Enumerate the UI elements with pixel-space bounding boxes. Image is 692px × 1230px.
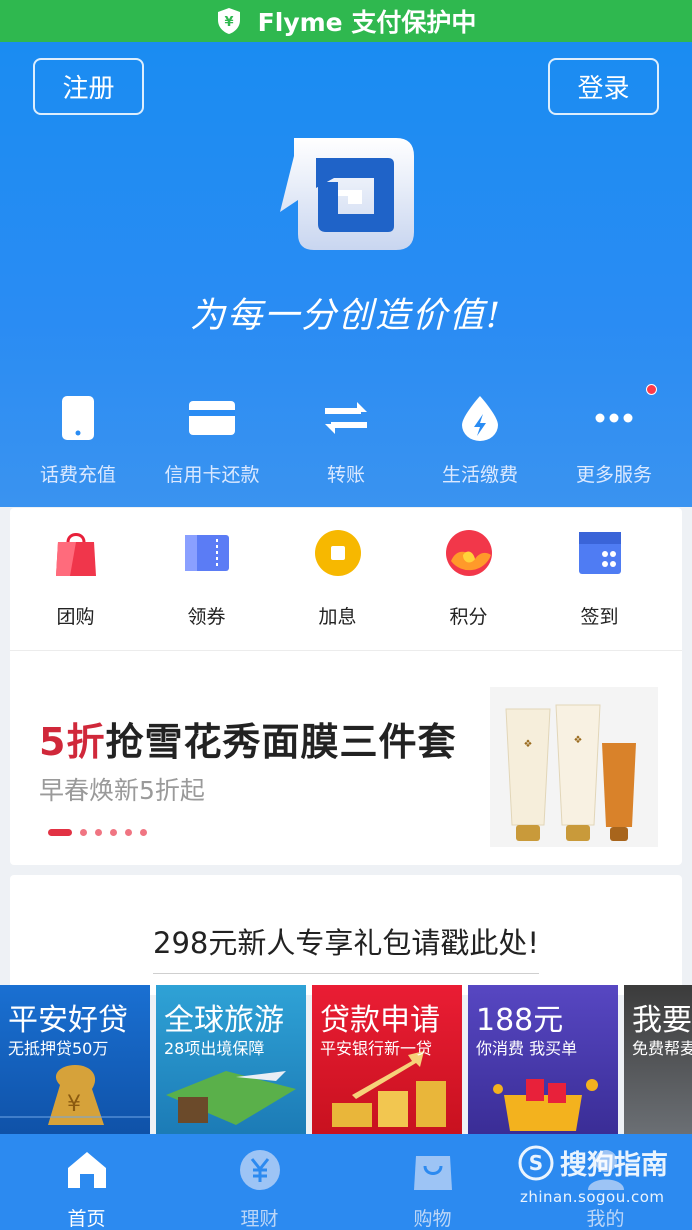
tile-loan[interactable]: ¥ 平安好贷 无抵押贷50万 bbox=[0, 985, 150, 1134]
promo-card[interactable]: 298元新人专享礼包请戳此处! bbox=[10, 875, 682, 995]
banner-title-text: 抢雪花秀面膜三件套 bbox=[105, 720, 457, 764]
product-image: ❖ ❖ bbox=[490, 687, 658, 847]
banner-title: 5折抢雪花秀面膜三件套 bbox=[39, 711, 456, 766]
coupon-icon bbox=[184, 535, 229, 571]
watermark: S 搜狗指南 zhinan.sogou.com bbox=[518, 1143, 668, 1206]
calendar-icon bbox=[578, 532, 621, 574]
tile-title: 平安好贷 bbox=[8, 1003, 128, 1038]
service-row: 话费充值 信用卡还款 转账 生活缴费 更多服务 bbox=[0, 384, 692, 487]
utility-drop-icon bbox=[462, 396, 498, 441]
grid-item-points[interactable]: 积分 bbox=[403, 508, 534, 650]
notification-dot bbox=[646, 384, 657, 395]
divider bbox=[153, 973, 539, 974]
nav-home[interactable]: 首页 bbox=[0, 1134, 173, 1230]
tile-subtitle: 你消费 我买单 bbox=[476, 1039, 578, 1058]
banner-subtitle: 早春焕新5折起 bbox=[39, 776, 205, 805]
grid-item-coupon[interactable]: 领券 bbox=[141, 508, 272, 650]
service-credit-card[interactable]: 信用卡还款 bbox=[145, 390, 279, 487]
grid-item-interest[interactable]: 加息 bbox=[272, 508, 403, 650]
shopping-bag-icon bbox=[55, 533, 96, 576]
tile-loan-apply[interactable]: 贷款申请 平安银行新一贷 bbox=[312, 985, 462, 1134]
sogou-logo-icon: S bbox=[518, 1145, 554, 1180]
svg-text:S: S bbox=[529, 1151, 543, 1175]
tile-title: 我要 bbox=[632, 1003, 692, 1038]
watermark-url: zhinan.sogou.com bbox=[520, 1188, 665, 1206]
hero-header: 注册 登录 为每一分创造价值! 话费充值 信用卡还款 转账 生活缴费 更多服务 bbox=[0, 42, 692, 507]
status-text: Flyme 支付保护中 bbox=[257, 8, 477, 37]
carousel-dot[interactable] bbox=[140, 829, 147, 836]
coin-icon bbox=[314, 530, 361, 576]
svg-text:❖: ❖ bbox=[574, 735, 583, 746]
carousel-dot-active[interactable] bbox=[48, 829, 72, 836]
watermark-brand: 搜狗指南 bbox=[560, 1150, 668, 1181]
more-icon bbox=[595, 413, 633, 423]
grid-label: 加息 bbox=[318, 606, 357, 628]
carousel-dot[interactable] bbox=[110, 829, 117, 836]
tile-subtitle: 无抵押贷50万 bbox=[8, 1039, 109, 1058]
main-card: 团购 领券 加息 积分 签到 5折抢雪花秀面膜三件套 早春焕新5折起 ❖ ❖ bbox=[10, 508, 682, 865]
tile-title: 贷款申请 bbox=[320, 1003, 440, 1038]
login-button[interactable]: 登录 bbox=[548, 58, 659, 115]
status-bar: ¥ Flyme 支付保护中 bbox=[0, 0, 692, 42]
tile-travel[interactable]: 全球旅游 28项出境保障 bbox=[156, 985, 306, 1134]
service-utilities[interactable]: 生活缴费 bbox=[413, 390, 547, 487]
promo-banner[interactable]: 5折抢雪花秀面膜三件套 早春焕新5折起 ❖ ❖ bbox=[10, 651, 682, 864]
bag-icon bbox=[413, 1156, 452, 1190]
svg-text:¥: ¥ bbox=[67, 1092, 81, 1117]
svg-text:¥: ¥ bbox=[224, 15, 233, 30]
grid-label: 积分 bbox=[449, 606, 488, 628]
grid-label: 签到 bbox=[580, 606, 619, 628]
nav-label: 首页 bbox=[67, 1208, 106, 1230]
tile-subtitle: 平安银行新一贷 bbox=[320, 1039, 433, 1058]
service-label: 转账 bbox=[326, 464, 365, 486]
svg-text:❖: ❖ bbox=[524, 739, 533, 750]
nav-shopping[interactable]: 购物 bbox=[346, 1134, 519, 1230]
grid-item-checkin[interactable]: 签到 bbox=[534, 508, 665, 650]
grid-label: 团购 bbox=[56, 606, 95, 628]
promo-text[interactable]: 298元新人专享礼包请戳此处! bbox=[10, 920, 682, 962]
register-button[interactable]: 注册 bbox=[33, 58, 144, 115]
service-label: 信用卡还款 bbox=[164, 464, 260, 486]
quick-grid: 团购 领券 加息 积分 签到 bbox=[10, 508, 682, 651]
nav-label: 理财 bbox=[240, 1208, 279, 1230]
app-logo bbox=[280, 138, 414, 250]
shield-icon: ¥ bbox=[217, 8, 240, 34]
service-transfer[interactable]: 转账 bbox=[279, 390, 413, 487]
ad-tiles: ¥ 平安好贷 无抵押贷50万 全球旅游 28项出境保障 贷款申请 平安银行新一贷 bbox=[0, 985, 692, 1134]
service-label: 更多服务 bbox=[575, 464, 652, 486]
carousel-dot[interactable] bbox=[80, 829, 87, 836]
tile-title: 188元 bbox=[476, 1003, 564, 1038]
nav-label: 我的 bbox=[586, 1208, 625, 1230]
banner-highlight: 5折 bbox=[39, 720, 106, 764]
carousel-dot[interactable] bbox=[95, 829, 102, 836]
credit-card-icon bbox=[189, 401, 235, 435]
transfer-icon bbox=[325, 402, 367, 434]
points-icon bbox=[445, 530, 492, 576]
service-label: 话费充值 bbox=[39, 464, 116, 486]
carousel-dot[interactable] bbox=[125, 829, 132, 836]
yuan-icon bbox=[239, 1150, 280, 1190]
tile-cashback[interactable]: 188元 你消费 我买单 bbox=[468, 985, 618, 1134]
slogan: 为每一分创造价值! bbox=[189, 296, 503, 336]
tile-subtitle: 28项出境保障 bbox=[164, 1039, 265, 1058]
carousel-indicator bbox=[48, 829, 147, 836]
nav-label: 购物 bbox=[413, 1208, 452, 1230]
tile-subtitle: 免费帮麦 bbox=[632, 1039, 692, 1058]
service-more[interactable]: 更多服务 bbox=[547, 384, 681, 487]
phone-icon bbox=[62, 396, 94, 440]
home-icon bbox=[67, 1152, 106, 1188]
grid-item-groupbuy[interactable]: 团购 bbox=[10, 508, 141, 650]
tile-partial[interactable]: 我要 免费帮麦 bbox=[624, 985, 692, 1134]
nav-finance[interactable]: 理财 bbox=[173, 1134, 346, 1230]
service-label: 生活缴费 bbox=[441, 464, 518, 486]
grid-label: 领券 bbox=[187, 606, 226, 628]
tile-title: 全球旅游 bbox=[164, 1003, 284, 1038]
service-phone-topup[interactable]: 话费充值 bbox=[11, 390, 145, 487]
